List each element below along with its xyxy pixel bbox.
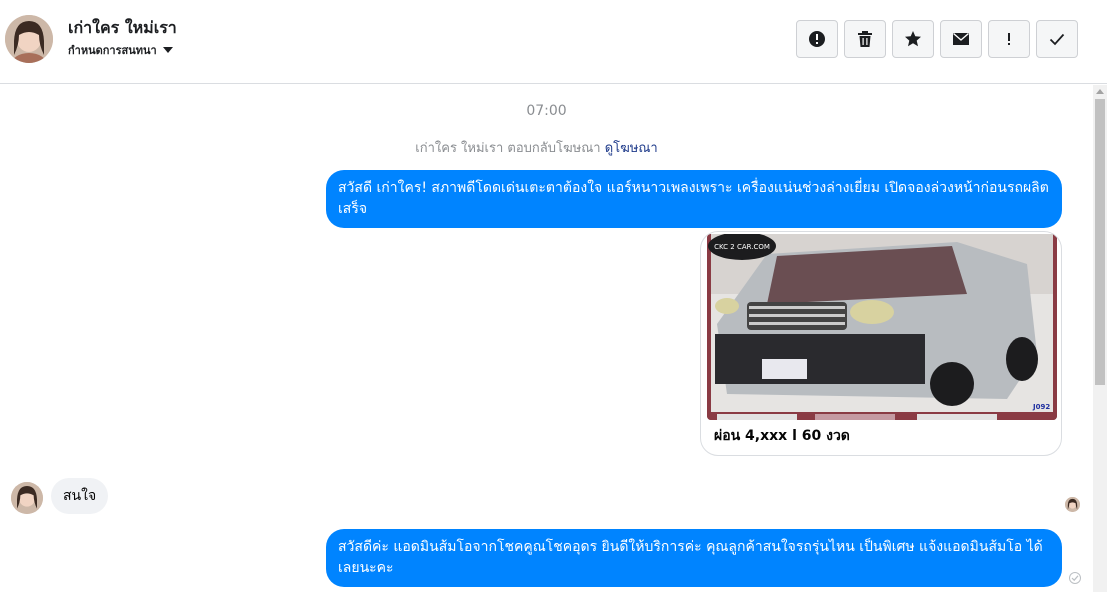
mark-spam-button[interactable] (796, 20, 838, 58)
ad-caption: ผ่อน 4,xxx l 60 งวด (714, 428, 850, 444)
view-ad-link[interactable]: ดูโฆษณา (605, 141, 658, 156)
sent-check-icon (1069, 572, 1081, 584)
trash-icon (858, 31, 872, 47)
conversation-settings-dropdown[interactable]: กำหนดการสนทนา (68, 41, 173, 59)
sender-avatar[interactable] (11, 482, 43, 514)
ad-reply-notice: เก่าใคร ใหม่เรา ตอบกลับโฆษณา ดูโฆษณา (0, 137, 1073, 158)
contact-avatar[interactable] (5, 15, 53, 63)
exclamation-icon (1008, 33, 1010, 45)
message-timestamp: 07:00 (526, 103, 567, 119)
ad-image-watermark: CKC 2 CAR.COM (714, 243, 770, 251)
mark-unread-button[interactable] (940, 20, 982, 58)
delete-button[interactable] (844, 20, 886, 58)
conversation-settings-label: กำหนดการสนทนา (68, 44, 157, 57)
outgoing-message: สวัสดีค่ะ แอดมินส้มโอจากโชคคูณโชคอุดร ยิ… (326, 529, 1062, 587)
conversation-header: เก่าใคร ใหม่เรา กำหนดการสนทนา (0, 0, 1107, 84)
envelope-icon (953, 32, 969, 45)
seen-indicator-avatar (1065, 497, 1080, 512)
check-icon (1049, 33, 1065, 46)
thread-scrollbar[interactable] (1093, 85, 1107, 592)
follow-up-button[interactable] (988, 20, 1030, 58)
message-thread: 07:00 เก่าใคร ใหม่เรา ตอบกลับโฆษณา ดูโฆษ… (0, 85, 1093, 592)
ad-car-image[interactable]: CKC 2 CAR.COM J092 (707, 234, 1057, 420)
incoming-message: สนใจ (51, 478, 109, 514)
ad-card[interactable]: CKC 2 CAR.COM J092 ผ่อน 4,xxx l 60 งวด (700, 231, 1062, 456)
scrollbar-thumb[interactable] (1095, 99, 1105, 385)
ad-image-stock-tag: J092 (1032, 403, 1050, 411)
scroll-up-arrow-icon[interactable] (1096, 89, 1104, 94)
exclamation-circle-icon (809, 31, 825, 47)
chevron-down-icon (162, 47, 173, 53)
conversation-toolbar (796, 20, 1078, 58)
star-icon (905, 31, 921, 47)
outgoing-message: สวัสดี เก่าใคร! สภาพดีโดดเด่นเตะตาต้องใจ… (326, 170, 1062, 228)
contact-name: เก่าใคร ใหม่เรา (68, 18, 177, 37)
star-button[interactable] (892, 20, 934, 58)
ad-reply-text: เก่าใคร ใหม่เรา ตอบกลับโฆษณา (415, 141, 601, 156)
mark-done-button[interactable] (1036, 20, 1078, 58)
